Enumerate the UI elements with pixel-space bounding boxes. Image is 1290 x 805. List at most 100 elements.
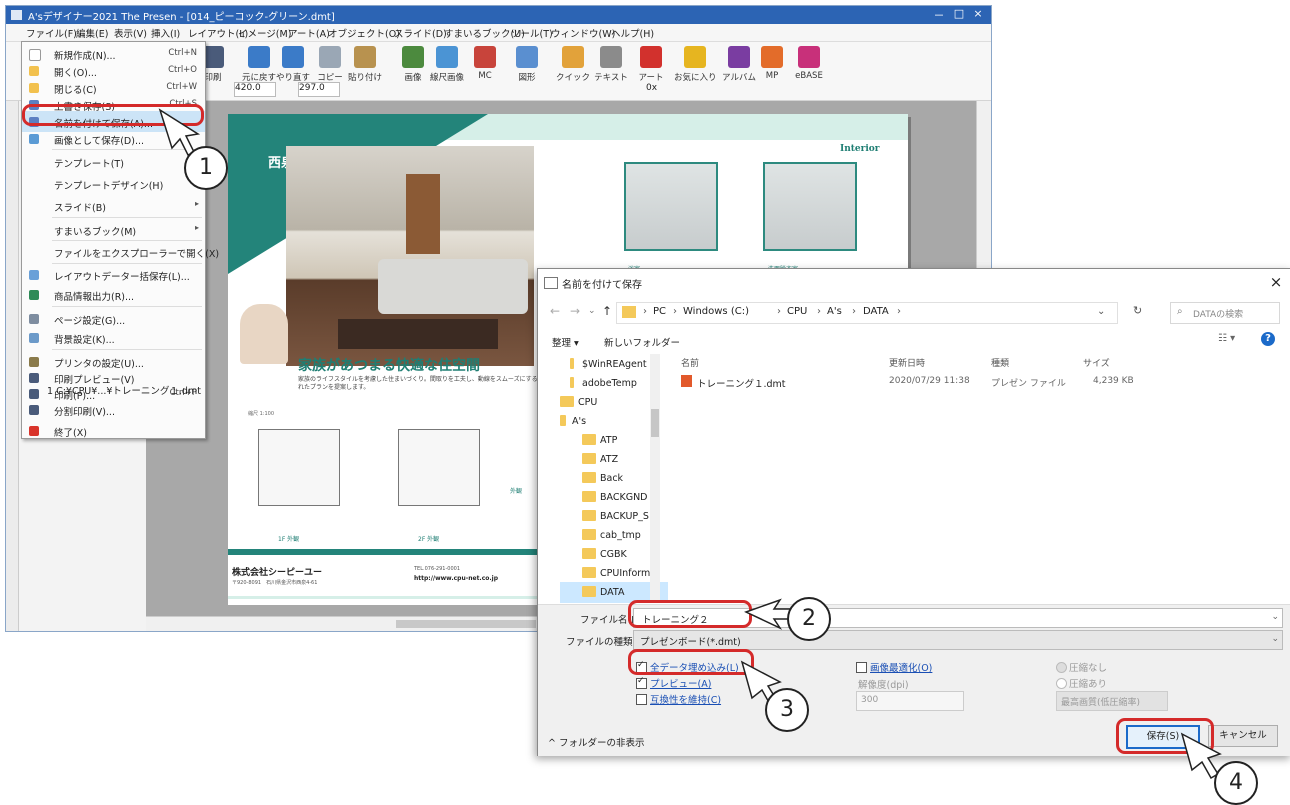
shape-icon — [516, 46, 538, 68]
folder-icon — [582, 453, 596, 464]
menu-view[interactable]: 表示(V) — [114, 26, 147, 40]
column-header-date[interactable]: 更新日時 — [889, 356, 925, 369]
menu-art[interactable]: アート(A) — [288, 26, 330, 40]
chevron-down-icon[interactable]: ⌄ — [588, 306, 596, 316]
callout-highlight-filename — [628, 600, 752, 628]
washroom-photo[interactable] — [763, 162, 857, 251]
mc-button[interactable]: MC — [464, 46, 506, 81]
menu-help[interactable]: ヘルプ(H) — [611, 26, 654, 40]
maximize-button[interactable]: □ — [951, 7, 967, 20]
filetype-select[interactable]: プレゼンボード(*.dmt) ⌄ — [633, 630, 1283, 650]
preview-checkbox[interactable]: ✓ — [636, 676, 647, 689]
bathroom-photo[interactable] — [624, 162, 718, 251]
address-bar[interactable]: › PC › Windows (C:) › CPU › A's › DATA ›… — [616, 302, 1118, 324]
view-options-icon[interactable]: ☷ ▾ — [1218, 333, 1235, 344]
page-width-field[interactable]: 420.0 — [234, 82, 276, 97]
breadcrumb-pc[interactable]: PC — [653, 306, 666, 317]
mp-button[interactable]: MP — [751, 46, 793, 81]
refresh-icon[interactable]: ↻ — [1133, 304, 1142, 317]
compat-label[interactable]: 互換性を維持(C) — [650, 692, 721, 706]
menu-tools[interactable]: ツール(T) — [511, 26, 553, 40]
menu-item-layout-save[interactable]: レイアウトデーター括保存(L)... — [22, 264, 205, 285]
menu-item-recent-file[interactable]: 1 C:¥CPU¥...¥トレーニング１.dmt — [47, 383, 201, 397]
text-icon — [600, 46, 622, 68]
menu-window[interactable]: ウィンドウ(W) — [551, 26, 615, 40]
menu-separator — [52, 349, 202, 350]
search-box[interactable]: ⌕ DATAの検索 — [1170, 302, 1280, 324]
new-folder-button[interactable]: 新しいフォルダー — [604, 335, 680, 349]
column-header-name[interactable]: 名前 — [681, 356, 699, 369]
close-window-button[interactable]: × — [970, 7, 986, 20]
page-height-field[interactable]: 297.0 — [298, 82, 340, 97]
breadcrumb-as[interactable]: A's — [827, 306, 842, 317]
address-dropdown-icon[interactable]: ⌄ — [1097, 306, 1105, 317]
paste-icon — [354, 46, 376, 68]
star-icon — [684, 46, 706, 68]
plan-label-2f: 2F 外観 — [418, 536, 440, 543]
scaled-image-button[interactable]: 線尺画像 — [426, 46, 468, 83]
menu-item-open-in-explorer[interactable]: ファイルをエクスプローラーで開く(X) — [22, 241, 219, 262]
art-icon — [640, 46, 662, 68]
breadcrumb-drive[interactable]: Windows (C:) — [683, 306, 749, 317]
text-button[interactable]: テキスト — [590, 46, 632, 83]
compat-checkbox[interactable] — [636, 694, 647, 705]
breadcrumb-data[interactable]: DATA — [863, 306, 889, 317]
tree-scrollbar[interactable] — [650, 354, 660, 602]
callout-number-4: 4 — [1214, 761, 1258, 805]
quality-select[interactable]: 最高画質(低圧縮率) — [1056, 691, 1168, 711]
scale-note: 縮尺 1:100 — [248, 411, 274, 417]
optimize-image-checkbox[interactable] — [856, 662, 867, 673]
ebase-button[interactable]: eBASE — [788, 46, 830, 81]
forward-arrow-icon[interactable]: → — [570, 304, 580, 318]
menu-file[interactable]: ファイル(F) — [26, 26, 77, 40]
column-header-size[interactable]: サイズ — [1083, 356, 1110, 369]
floor-plan-2f[interactable] — [398, 429, 480, 506]
file-row[interactable]: トレーニング１.dmt 2020/07/29 11:38 プレゼン ファイル 4… — [673, 372, 1173, 390]
menu-image[interactable]: イメージ(M) — [238, 26, 291, 40]
art-button[interactable]: アート — [630, 46, 672, 83]
organize-button[interactable]: 整理 ▾ — [552, 335, 579, 349]
menu-slide[interactable]: スライド(D) — [394, 26, 447, 40]
resolution-label: 解像度(dpi) — [858, 680, 909, 691]
preview-label[interactable]: プレビュー(A) — [650, 676, 711, 690]
hide-folders-toggle[interactable]: ^ フォルダーの非表示 — [548, 735, 645, 749]
menu-item-split-print[interactable]: 分割印刷(V)... — [22, 399, 205, 420]
up-arrow-icon[interactable]: ↑ — [602, 304, 612, 318]
paste-button[interactable]: 貼り付け — [344, 46, 386, 83]
menu-insert[interactable]: 挿入(I) — [151, 26, 180, 40]
company-url: http://www.cpu-net.co.jp — [414, 575, 499, 582]
album-icon — [728, 46, 750, 68]
menu-item-background[interactable]: 背景設定(K)... — [22, 327, 205, 348]
floor-plan-1f[interactable] — [258, 429, 340, 506]
horizontal-scroll-thumb[interactable] — [396, 620, 536, 628]
menu-edit[interactable]: 編集(E) — [76, 26, 108, 40]
resolution-input[interactable]: 300 — [856, 691, 964, 711]
chevron-down-icon: ⌄ — [1271, 612, 1279, 622]
breadcrumb-cpu[interactable]: CPU — [787, 306, 807, 317]
quick-button[interactable]: クイック — [552, 46, 594, 83]
menu-item-exit[interactable]: 終了(X) — [22, 420, 205, 439]
redo-button[interactable]: やり直す — [272, 46, 314, 83]
menu-item-page-setup[interactable]: ページ設定(G)... — [22, 308, 205, 329]
favorites-button[interactable]: お気に入り — [674, 46, 717, 83]
split-print-icon — [29, 405, 39, 415]
minimize-button[interactable]: － — [931, 7, 947, 23]
callout-number-1: 1 — [184, 146, 228, 190]
menu-item-slide[interactable]: スライド(B) ▸ — [22, 195, 205, 216]
folder-icon — [570, 358, 574, 369]
menu-object[interactable]: オブジェクト(O) — [328, 26, 400, 40]
radio-compression[interactable] — [1056, 678, 1067, 689]
company-address: 〒920-8091 石川県金沢市西泉4-61 — [232, 580, 318, 586]
menu-item-template-design[interactable]: テンプレートデザイン(H) — [22, 173, 205, 194]
column-header-type[interactable]: 種類 — [991, 356, 1009, 369]
help-icon[interactable]: ? — [1261, 332, 1275, 346]
radio-no-compression[interactable] — [1056, 662, 1067, 673]
shape-button[interactable]: 図形 — [506, 46, 548, 83]
folder-icon — [582, 510, 596, 521]
optimize-image-label[interactable]: 画像最適化(O) — [870, 660, 932, 674]
back-arrow-icon[interactable]: ← — [550, 304, 560, 318]
menu-item-smile-book[interactable]: すまいるブック(M) ▸ — [22, 219, 205, 240]
menu-item-export-product[interactable]: 商品情報出力(R)... — [22, 284, 205, 305]
tree-scroll-thumb[interactable] — [651, 409, 659, 437]
dialog-close-button[interactable]: × — [1266, 273, 1286, 293]
